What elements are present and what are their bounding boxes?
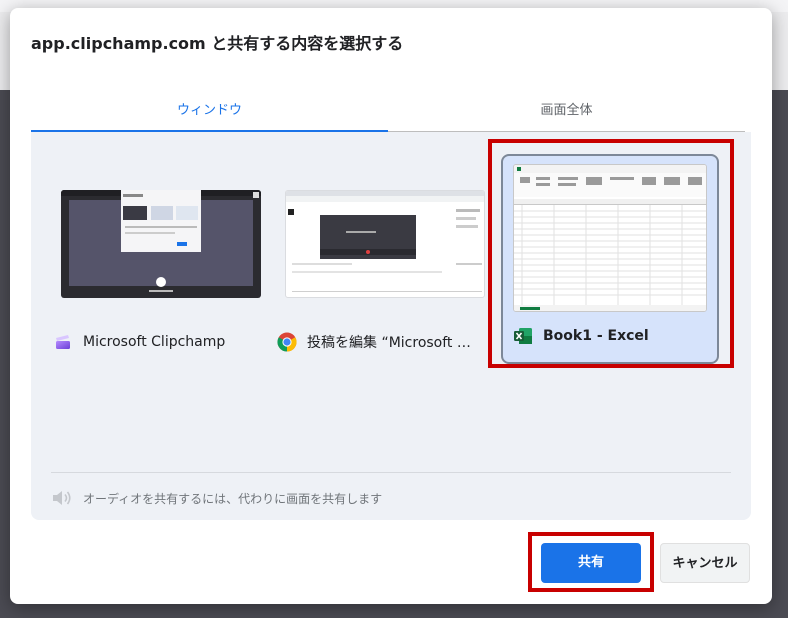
share-button[interactable]: 共有 (541, 543, 641, 583)
tab-window[interactable]: ウィンドウ (31, 96, 388, 132)
window-card-label: Book1 - Excel (513, 326, 725, 346)
window-thumbnail (61, 190, 261, 298)
excel-icon (513, 326, 533, 346)
window-card-clipchamp[interactable]: Microsoft Clipchamp (53, 156, 265, 356)
window-title: Book1 - Excel (543, 328, 649, 344)
audio-notice: オーディオを共有するには、代わりに画面を共有します (51, 488, 382, 508)
window-card-chrome[interactable]: 投稿を編集 “Microsoft Clipchamp” (277, 156, 489, 356)
window-title: 投稿を編集 “Microsoft Clipchamp” (307, 335, 479, 351)
window-card-excel[interactable]: Book1 - Excel (501, 154, 719, 364)
divider (51, 472, 731, 473)
chrome-icon (277, 332, 297, 352)
window-list-panel: Microsoft Clipchamp 投稿を編集 “Microsoft Cli… (31, 132, 751, 520)
speaker-icon (51, 488, 73, 508)
window-thumbnail (513, 164, 707, 312)
window-card-label: 投稿を編集 “Microsoft Clipchamp” (277, 332, 489, 352)
tab-bar: ウィンドウ 画面全体 (31, 96, 751, 132)
window-title: Microsoft Clipchamp (83, 334, 226, 350)
dialog-title: app.clipchamp.com と共有する内容を選択する (31, 34, 404, 53)
window-thumbnail (285, 190, 485, 298)
audio-notice-text: オーディオを共有するには、代わりに画面を共有します (83, 491, 383, 506)
share-picker-dialog: app.clipchamp.com と共有する内容を選択する ウィンドウ 画面全… (10, 8, 772, 604)
window-card-label: Microsoft Clipchamp (53, 332, 265, 352)
cancel-button[interactable]: キャンセル (660, 543, 750, 583)
clipchamp-icon (53, 332, 73, 352)
tab-entire-screen[interactable]: 画面全体 (388, 96, 745, 132)
